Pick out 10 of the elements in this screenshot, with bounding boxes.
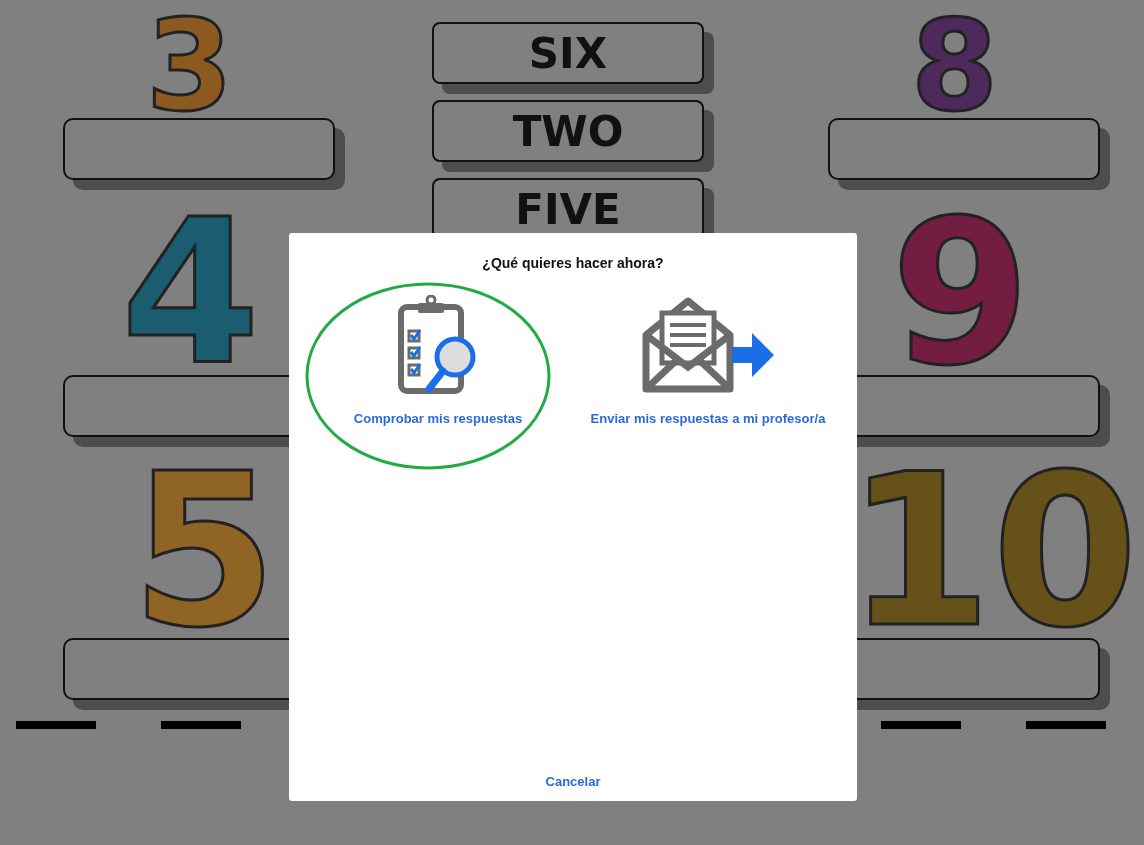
number-character: 8: [911, 16, 998, 116]
number-character: 10: [846, 468, 1139, 636]
option-link[interactable]: Comprobar mis respuestas: [353, 411, 523, 426]
option-link[interactable]: Enviar mis respuestas a mi profesor/a: [590, 411, 826, 426]
dialog-title: ¿Qué quieres hacer ahora?: [482, 255, 664, 271]
number-character: 3: [146, 16, 233, 116]
number-character: 4: [121, 213, 261, 373]
number-character: 5: [131, 468, 278, 636]
cancel-link[interactable]: Cancelar: [545, 774, 601, 789]
number-character: 9: [891, 213, 1031, 373]
